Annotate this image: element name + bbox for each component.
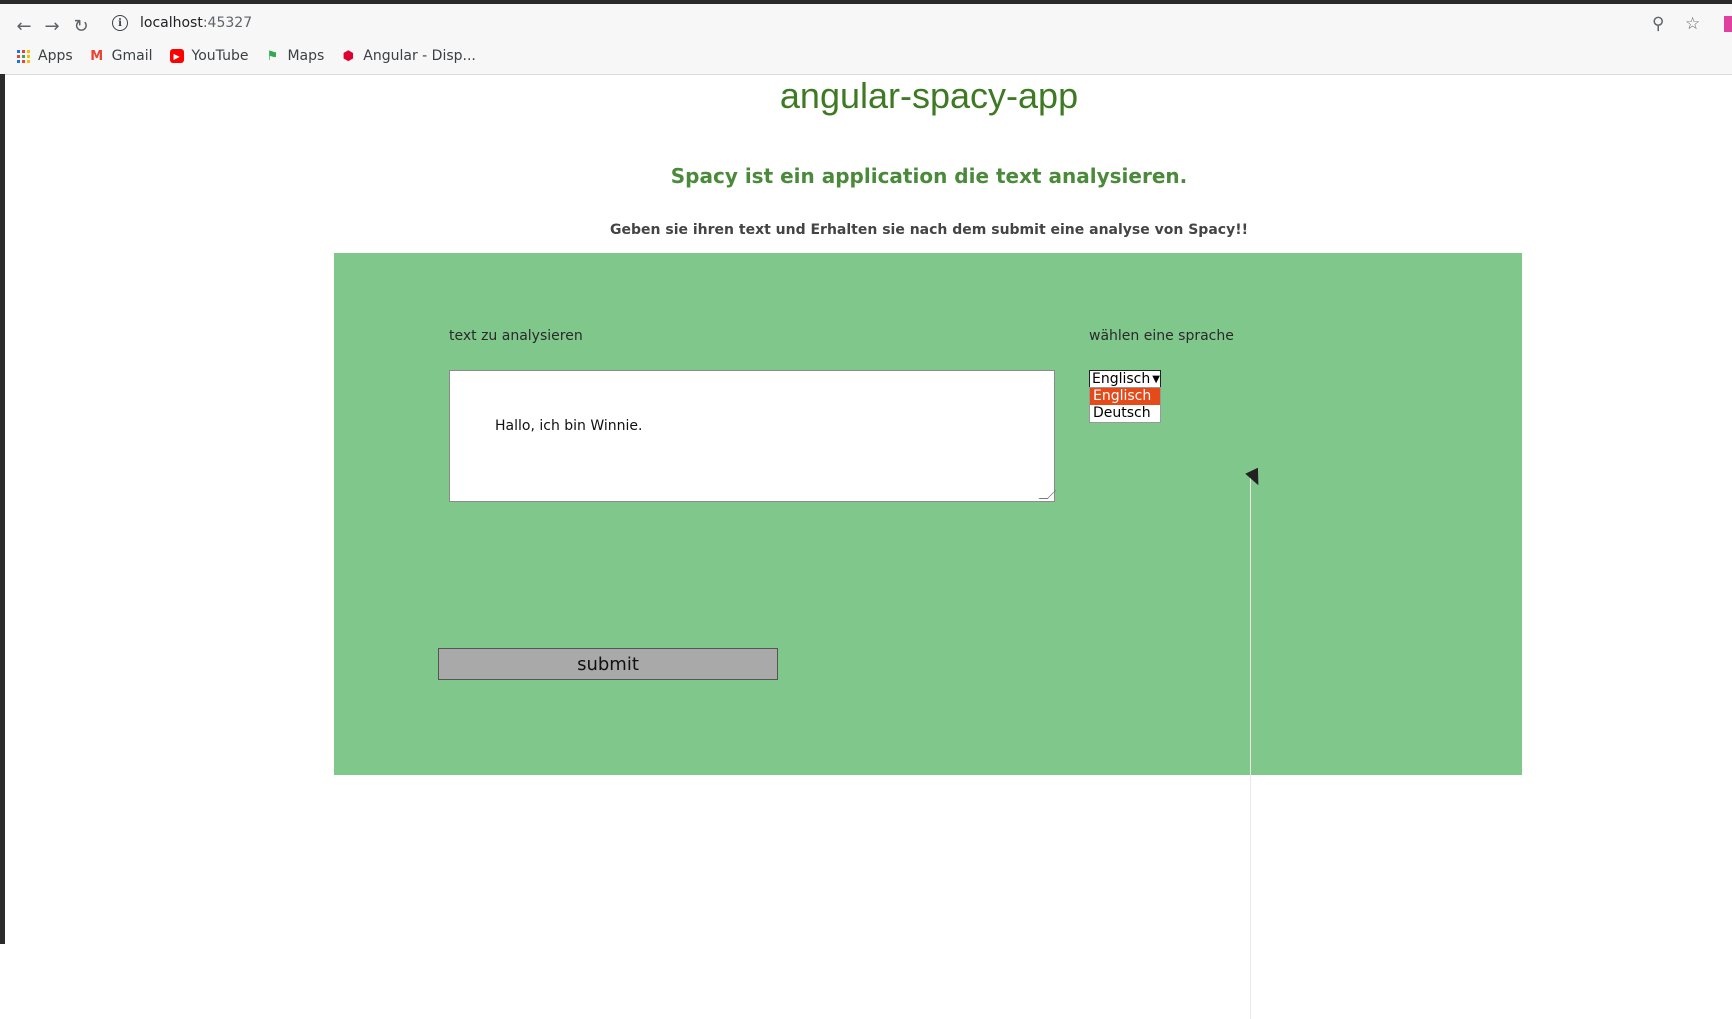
maps-icon: ⚑ <box>266 48 279 64</box>
bookmark-star-icon[interactable]: ☆ <box>1685 14 1700 34</box>
chevron-down-icon: ▼ <box>1152 373 1160 385</box>
bookmark-gmail[interactable]: M Gmail <box>90 48 153 64</box>
language-label: wählen eine sprache <box>1089 328 1234 344</box>
browser-chrome: ← → ↻ i localhost:45327 ⚲ ☆ Apps M Gmail… <box>0 4 1732 75</box>
bookmark-label: Angular - Disp... <box>363 48 476 64</box>
bookmark-angular[interactable]: ⬢ Angular - Disp... <box>341 48 476 64</box>
bookmark-label: Gmail <box>111 48 153 64</box>
angular-icon: ⬢ <box>342 48 354 64</box>
address-bar[interactable]: i localhost:45327 <box>112 8 1672 38</box>
language-option-deutsch[interactable]: Deutsch <box>1090 405 1160 422</box>
url-port: :45327 <box>202 15 253 31</box>
page-subtitle: Spacy ist ein application die text analy… <box>670 164 1188 188</box>
text-input-value: Hallo, ich bin Winnie. <box>495 418 643 434</box>
language-option-englisch[interactable]: Englisch <box>1090 388 1160 405</box>
text-input[interactable]: Hallo, ich bin Winnie. <box>449 370 1057 502</box>
bookmark-youtube[interactable]: ▶ YouTube <box>169 48 249 64</box>
zoom-icon[interactable]: ⚲ <box>1652 14 1664 34</box>
bookmark-label: Apps <box>38 48 73 64</box>
bookmark-apps[interactable]: Apps <box>16 48 73 64</box>
bookmark-label: Maps <box>287 48 325 64</box>
bookmark-label: YouTube <box>191 48 249 64</box>
divider-line <box>1250 475 1251 1019</box>
gmail-icon: M <box>90 48 104 64</box>
form-panel: text zu analysieren Hallo, ich bin Winni… <box>334 253 1522 775</box>
youtube-icon: ▶ <box>169 49 184 63</box>
language-select[interactable]: Englisch ▼ <box>1089 370 1161 388</box>
back-arrow-icon[interactable]: ← <box>12 14 36 38</box>
reload-icon[interactable]: ↻ <box>69 14 93 38</box>
page-title: angular-spacy-app <box>779 75 1079 116</box>
submit-button[interactable]: submit <box>438 648 778 680</box>
extension-icon[interactable] <box>1724 16 1732 32</box>
language-selected-value: Englisch <box>1092 371 1151 387</box>
forward-arrow-icon[interactable]: → <box>40 14 64 38</box>
bookmark-maps[interactable]: ⚑ Maps <box>265 48 325 64</box>
resize-handle-icon[interactable] <box>1038 490 1057 499</box>
language-dropdown: Englisch Deutsch <box>1089 387 1161 423</box>
page-description: Geben sie ihren text und Erhalten sie na… <box>610 222 1248 238</box>
info-icon[interactable]: i <box>112 15 128 31</box>
apps-grid-icon <box>16 49 30 63</box>
app-page: angular-spacy-app Spacy ist ein applicat… <box>5 75 1732 1019</box>
bookmarks-bar: Apps M Gmail ▶ YouTube ⚑ Maps ⬢ Angular … <box>16 44 493 68</box>
text-label: text zu analysieren <box>449 328 583 344</box>
url-host: localhost <box>140 15 203 31</box>
